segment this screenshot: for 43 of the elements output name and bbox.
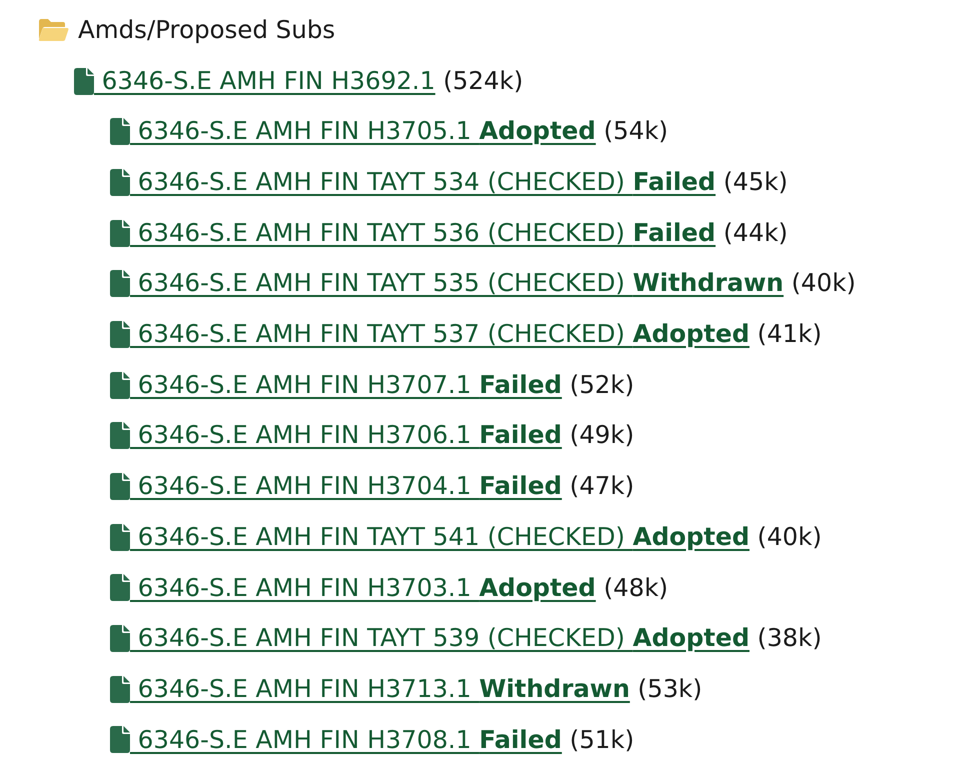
document-icon: [110, 422, 130, 450]
document-icon: [110, 676, 130, 703]
document-icon: [110, 320, 130, 348]
file-size: (40k): [790, 267, 856, 300]
file-link[interactable]: 6346-S.E AMH FIN H3707.1 Failed: [110, 366, 562, 404]
file-size: (38k): [756, 622, 822, 654]
document-icon: [110, 726, 130, 754]
file-link[interactable]: 6346-S.E AMH FIN TAYT 541 (CHECKED) Adopted: [110, 518, 750, 556]
file-size: (41k): [756, 318, 822, 350]
file-size: (48k): [602, 572, 668, 604]
file-size: (40k): [756, 520, 822, 553]
document-icon: [110, 372, 130, 399]
document-icon: [110, 220, 130, 247]
folder-name[interactable]: Amds/Proposed Subs: [78, 12, 336, 49]
file-link[interactable]: 6346-S.E AMH FIN TAYT 535 (CHECKED) Withdrawn: [110, 265, 784, 302]
document-icon: [74, 68, 94, 95]
file-link[interactable]: 6346-S.E AMH FIN H3706.1 Failed: [110, 417, 562, 454]
file-link[interactable]: 6346-S.E AMH FIN TAYT 536 (CHECKED) Failed: [110, 214, 716, 252]
file-size: (54k): [602, 115, 668, 148]
file-link[interactable]: 6346-S.E AMH FIN TAYT 539 (CHECKED) Adopted: [110, 620, 750, 657]
document-icon: [110, 118, 130, 146]
file-link[interactable]: 6346-S.E AMH FIN H3704.1 Failed: [110, 468, 562, 505]
file-size: (53k): [636, 672, 702, 705]
file-link[interactable]: 6346-S.E AMH FIN TAYT 534 (CHECKED) Failed: [110, 164, 716, 201]
document-icon: [110, 625, 130, 652]
file-size: (44k): [722, 216, 788, 249]
file-link[interactable]: 6346-S.E AMH FIN H3692.1: [74, 62, 436, 100]
file-size: (524k): [442, 64, 524, 97]
file-size: (47k): [568, 470, 634, 502]
file-link[interactable]: 6346-S.E AMH FIN H3705.1 Adopted: [110, 113, 596, 150]
file-size: (52k): [568, 368, 634, 401]
document-icon: [110, 473, 130, 500]
document-icon: [110, 574, 130, 602]
file-link[interactable]: 6346-S.E AMH FIN TAYT 537 (CHECKED) Adopted: [110, 316, 750, 353]
file-size: (45k): [722, 166, 788, 198]
document-icon: [110, 524, 130, 551]
document-icon: [110, 270, 130, 298]
file-link[interactable]: 6346-S.E AMH FIN H3708.1 Failed: [110, 722, 562, 758]
file-link[interactable]: 6346-S.E AMH FIN H3703.1 Adopted: [110, 570, 596, 606]
document-icon: [110, 168, 130, 196]
file-link[interactable]: 6346-S.E AMH FIN H3713.1 Withdrawn: [110, 670, 630, 708]
file-size: (49k): [568, 419, 634, 452]
file-size: (51k): [568, 724, 634, 756]
